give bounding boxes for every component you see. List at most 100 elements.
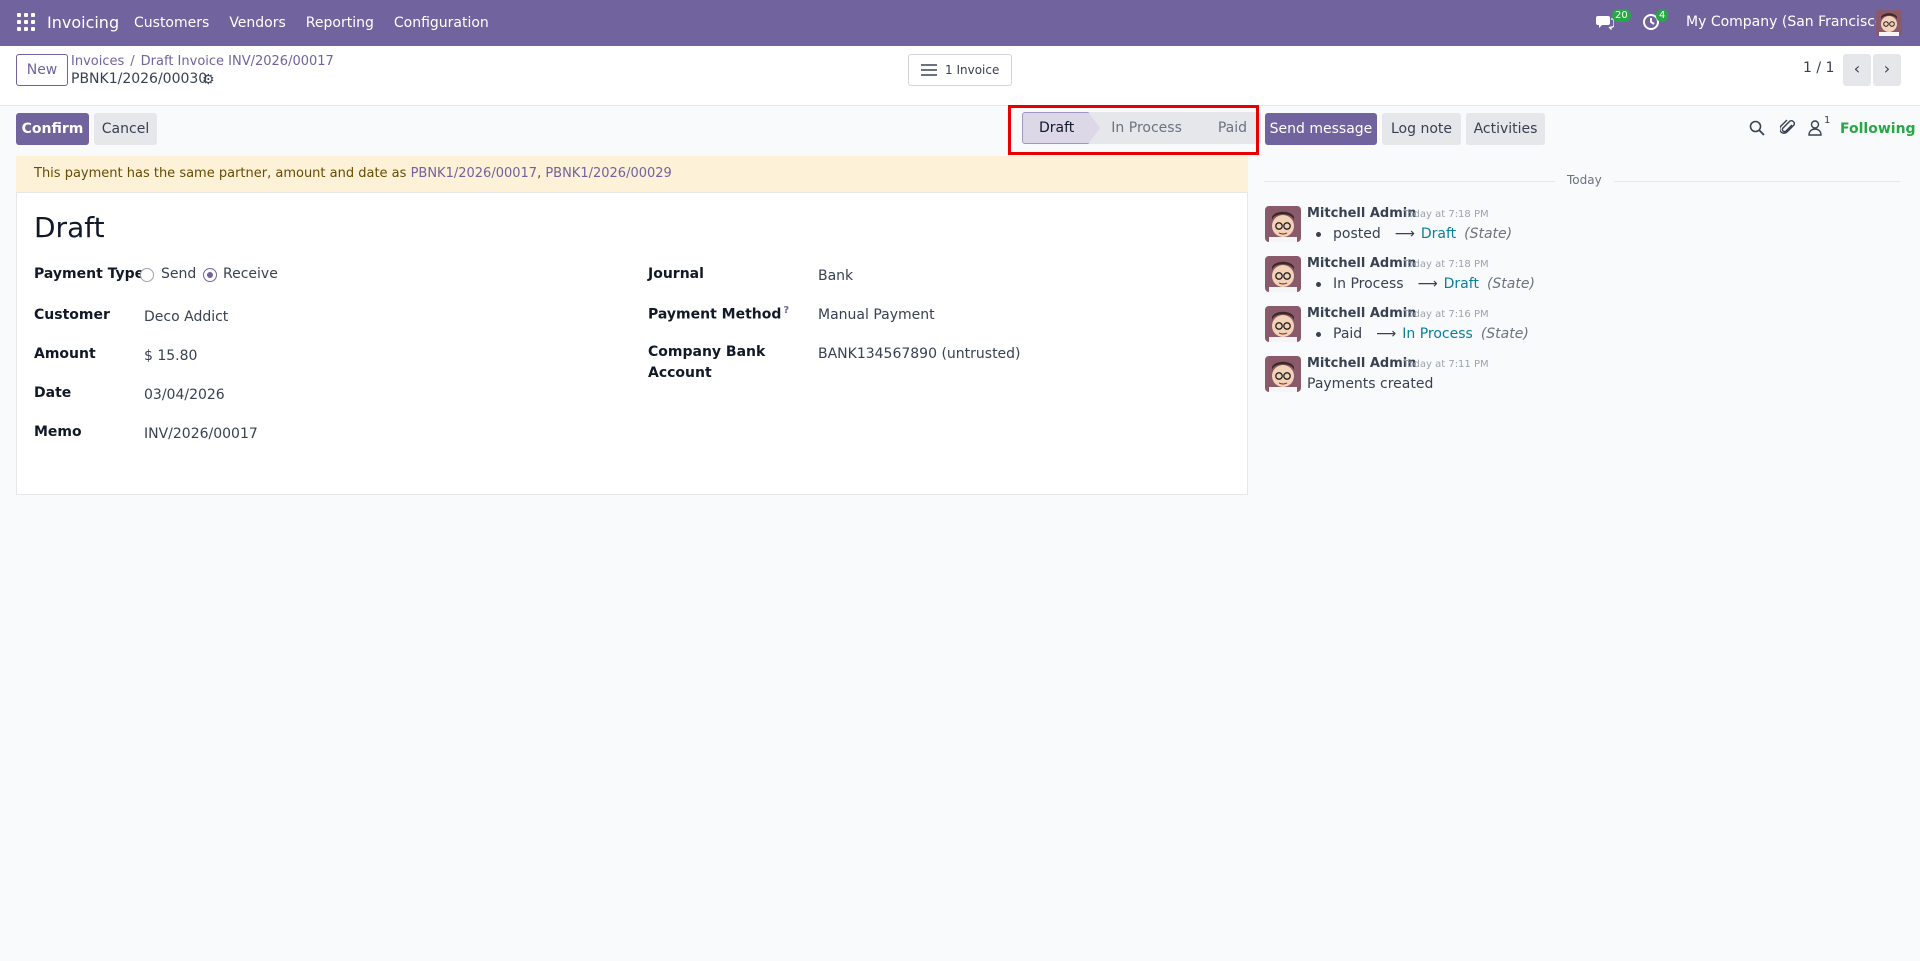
status-paid-label: Paid bbox=[1217, 120, 1248, 136]
status-bar: Draft In Process Paid bbox=[1022, 112, 1262, 144]
field-name: (State) bbox=[1486, 276, 1535, 292]
breadcrumb-invoices[interactable]: Invoices bbox=[71, 54, 124, 69]
duplicate-warning: This payment has the same partner, amoun… bbox=[16, 156, 1248, 192]
old-value: Paid bbox=[1333, 326, 1363, 342]
message-author[interactable]: Mitchell Admin bbox=[1307, 256, 1416, 271]
activities-button[interactable]: Activities bbox=[1466, 113, 1545, 145]
bullet-icon bbox=[1316, 331, 1321, 337]
status-draft-label: Draft bbox=[1039, 120, 1075, 136]
arrow-icon: ⟶ bbox=[1394, 226, 1415, 242]
customer-field[interactable]: Deco Addict bbox=[144, 309, 228, 325]
bank-account-label-1: Company Bank bbox=[648, 344, 766, 360]
form-sheet: Draft Payment Type Send Receive Customer… bbox=[16, 192, 1248, 495]
menu-configuration[interactable]: Configuration bbox=[384, 15, 499, 31]
today-label: Today bbox=[1555, 173, 1614, 187]
control-panel: New Invoices / Draft Invoice INV/2026/0001… bbox=[0, 46, 1920, 106]
list-icon bbox=[921, 64, 937, 76]
payment-type-label: Payment Type bbox=[34, 266, 145, 282]
chevron-right-icon[interactable]: › bbox=[1873, 54, 1901, 86]
amount-field[interactable]: $ 15.80 bbox=[144, 348, 197, 364]
receive-radio[interactable] bbox=[203, 268, 217, 282]
cancel-button[interactable]: Cancel bbox=[94, 113, 157, 145]
status-arrow bbox=[1088, 112, 1101, 144]
message-author[interactable]: Mitchell Admin bbox=[1307, 206, 1416, 221]
field-name: (State) bbox=[1464, 226, 1513, 242]
new-value: Draft bbox=[1420, 226, 1457, 242]
pager-value[interactable]: 1 / 1 bbox=[1803, 60, 1834, 76]
status-in-process[interactable]: In Process bbox=[1089, 112, 1208, 144]
send-radio[interactable] bbox=[140, 268, 154, 282]
message-avatar[interactable] bbox=[1265, 356, 1301, 392]
status-draft[interactable]: Draft bbox=[1022, 112, 1101, 144]
send-message-button[interactable]: Send message bbox=[1265, 113, 1377, 145]
smart-button-label: 1 Invoice bbox=[945, 63, 1000, 77]
following-button[interactable]: Following bbox=[1840, 121, 1916, 137]
menu-vendors[interactable]: Vendors bbox=[219, 15, 295, 31]
menu-reporting[interactable]: Reporting bbox=[296, 15, 384, 31]
bullet-icon bbox=[1316, 231, 1321, 237]
date-field[interactable]: 03/04/2026 bbox=[144, 387, 225, 403]
message-time: Today at 7:18 PM bbox=[1403, 259, 1489, 270]
send-radio-label[interactable]: Send bbox=[161, 266, 196, 282]
search-icon[interactable] bbox=[1749, 120, 1765, 136]
arrow-icon: ⟶ bbox=[1376, 326, 1397, 342]
company-switcher[interactable]: My Company (San Francisco) bbox=[1686, 14, 1889, 30]
amount-label: Amount bbox=[34, 346, 96, 362]
bank-account-field[interactable]: BANK134567890 (untrusted) bbox=[818, 346, 1021, 362]
warning-link-2[interactable]: PBNK1/2026/00029 bbox=[545, 166, 671, 181]
followers-count: 1 bbox=[1824, 115, 1831, 126]
record-name: PBNK1/2026/00030 bbox=[71, 71, 208, 87]
invoice-smart-button[interactable]: 1 Invoice bbox=[908, 54, 1012, 86]
status-arrow bbox=[1195, 112, 1208, 144]
activities-badge: 4 bbox=[1656, 9, 1669, 22]
old-value: posted bbox=[1333, 226, 1381, 242]
memo-field[interactable]: INV/2026/00017 bbox=[144, 426, 258, 442]
message-time: Today at 7:16 PM bbox=[1403, 309, 1489, 320]
payment-method-label: Payment Method? bbox=[648, 305, 789, 323]
payment-method-field[interactable]: Manual Payment bbox=[818, 307, 935, 323]
message-avatar[interactable] bbox=[1265, 206, 1301, 242]
menu-customers[interactable]: Customers bbox=[124, 15, 219, 31]
warning-text: This payment has the same partner, amoun… bbox=[34, 166, 407, 181]
apps-grid-icon[interactable] bbox=[17, 13, 35, 31]
breadcrumb-separator: / bbox=[130, 54, 135, 69]
chevron-left-icon[interactable]: ‹ bbox=[1843, 54, 1871, 86]
arrow-icon: ⟶ bbox=[1417, 276, 1438, 292]
message-author[interactable]: Mitchell Admin bbox=[1307, 306, 1416, 321]
receive-radio-label[interactable]: Receive bbox=[223, 266, 278, 282]
user-avatar[interactable] bbox=[1876, 10, 1902, 36]
paperclip-icon[interactable] bbox=[1780, 119, 1796, 137]
bullet-icon bbox=[1316, 281, 1321, 287]
payment-method-label-text: Payment Method bbox=[648, 306, 782, 323]
message-body: Payments created bbox=[1307, 376, 1434, 392]
message-avatar[interactable] bbox=[1265, 256, 1301, 292]
journal-label: Journal bbox=[648, 266, 704, 282]
app-name[interactable]: Invoicing bbox=[47, 13, 119, 32]
journal-field[interactable]: Bank bbox=[818, 268, 853, 284]
status-in-process-label: In Process bbox=[1111, 120, 1182, 136]
user-icon[interactable] bbox=[1808, 120, 1822, 136]
new-button[interactable]: New bbox=[16, 54, 68, 86]
log-note-button[interactable]: Log note bbox=[1382, 113, 1461, 145]
top-navbar: Invoicing Customers Vendors Reporting Co… bbox=[0, 0, 1920, 46]
confirm-button[interactable]: Confirm bbox=[16, 113, 89, 145]
message-time: Today at 7:18 PM bbox=[1403, 209, 1489, 220]
breadcrumb-invoice[interactable]: Draft Invoice INV/2026/00017 bbox=[141, 54, 334, 69]
gear-icon[interactable]: ⚙ bbox=[202, 72, 215, 88]
tracking-line: In Process ⟶ Draft (State) bbox=[1316, 276, 1535, 292]
breadcrumb: Invoices / Draft Invoice INV/2026/00017 bbox=[71, 54, 334, 69]
memo-label: Memo bbox=[34, 424, 82, 440]
messages-badge: 20 bbox=[1612, 9, 1631, 22]
warning-link-1[interactable]: PBNK1/2026/00017 bbox=[411, 166, 537, 181]
tracking-line: posted ⟶ Draft (State) bbox=[1316, 226, 1512, 242]
new-value: Draft bbox=[1443, 276, 1479, 292]
message-author[interactable]: Mitchell Admin bbox=[1307, 356, 1416, 371]
date-label: Date bbox=[34, 385, 72, 401]
help-icon[interactable]: ? bbox=[783, 305, 789, 316]
old-value: In Process bbox=[1333, 276, 1404, 292]
state-title: Draft bbox=[34, 211, 105, 244]
customer-label: Customer bbox=[34, 307, 110, 323]
field-name: (State) bbox=[1480, 326, 1529, 342]
new-value: In Process bbox=[1402, 326, 1473, 342]
message-avatar[interactable] bbox=[1265, 306, 1301, 342]
